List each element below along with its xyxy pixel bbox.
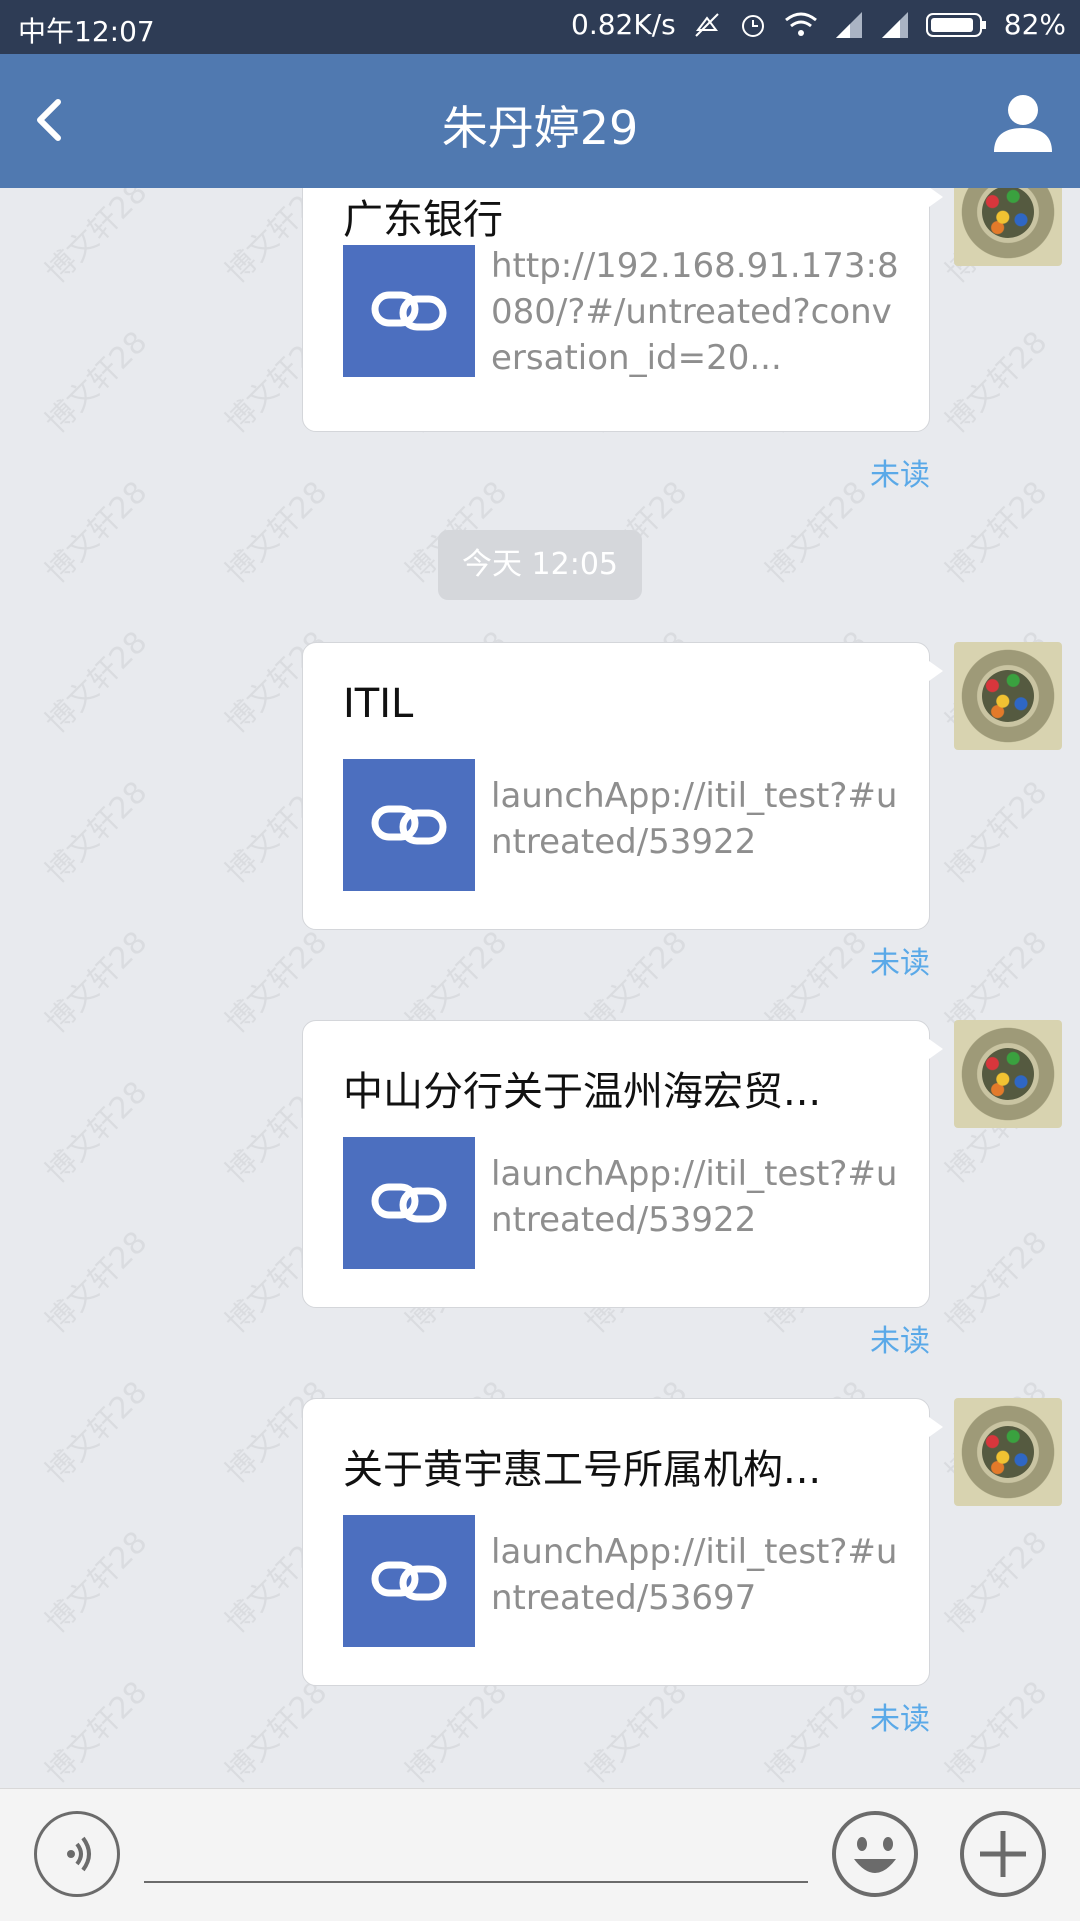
link-thumbnail <box>343 1137 475 1269</box>
mute-icon <box>695 12 719 37</box>
watermark-text: 博文轩28 <box>38 188 155 291</box>
watermark-text: 博文轩28 <box>38 324 155 441</box>
status-icons: 0.82K/s 82% <box>571 8 1066 41</box>
avatar[interactable] <box>954 188 1062 266</box>
unread-status: 未读 <box>870 1324 930 1359</box>
message-title: 关于黄宇惠工号所属机构... <box>343 1447 822 1493</box>
link-thumbnail <box>343 759 475 891</box>
unread-status: 未读 <box>870 1702 930 1737</box>
avatar[interactable] <box>954 1020 1062 1128</box>
message-card[interactable]: 中山分行关于温州海宏贸... launchApp://itil_test?#un… <box>302 1020 943 1308</box>
message-card[interactable]: 关于黄宇惠工号所属机构... launchApp://itil_test?#un… <box>302 1398 943 1686</box>
watermark-text: 博文轩28 <box>218 474 335 591</box>
voice-button[interactable] <box>34 1811 120 1897</box>
chat-title: 朱丹婷29 <box>441 101 639 155</box>
link-icon <box>371 1183 447 1223</box>
message-card[interactable]: ITIL launchApp://itil_test?#untreated/53… <box>302 642 943 930</box>
message-input[interactable] <box>144 1819 808 1883</box>
message-url: launchApp://itil_test?#untreated/53922 <box>491 1154 898 1240</box>
net-speed: 0.82K/s <box>571 8 676 41</box>
watermark-text: 博文轩28 <box>938 474 1055 591</box>
watermark-text: 博文轩28 <box>38 774 155 891</box>
unread-status: 未读 <box>870 946 930 981</box>
link-thumbnail <box>343 245 475 377</box>
voice-icon <box>67 1836 91 1872</box>
battery-level: 82% <box>1003 8 1066 41</box>
signal-icon <box>881 11 908 38</box>
message-title: ITIL <box>343 681 414 727</box>
watermark-text: 博文轩28 <box>758 474 875 591</box>
emoji-button[interactable] <box>830 1809 920 1899</box>
link-thumbnail <box>343 1515 475 1647</box>
link-icon <box>371 1561 447 1601</box>
watermark-text: 博文轩28 <box>218 1674 335 1788</box>
chat-area[interactable]: 博文轩28 博文轩28 博文轩28 博文轩28 博文轩28 博文轩28 博文轩28 博文轩28… <box>0 188 1080 1788</box>
watermark-text: 博文轩28 <box>578 1674 695 1788</box>
link-icon <box>371 805 447 845</box>
message-title: 广东银行 <box>343 197 503 243</box>
plus-icon <box>960 1811 1046 1897</box>
watermark-text: 博文轩28 <box>938 774 1055 891</box>
battery-icon <box>925 12 986 37</box>
watermark-text: 博文轩28 <box>938 1524 1055 1641</box>
emoji-icon <box>832 1811 918 1897</box>
message-url: launchApp://itil_test?#untreated/53697 <box>491 1532 898 1618</box>
watermark-text: 博文轩28 <box>38 1374 155 1491</box>
unread-status: 未读 <box>870 458 930 493</box>
watermark-text: 博文轩28 <box>38 1074 155 1191</box>
watermark-text: 博文轩28 <box>758 1674 875 1788</box>
person-icon <box>994 95 1052 152</box>
watermark-text: 博文轩28 <box>938 1224 1055 1341</box>
watermark-text: 博文轩28 <box>938 1674 1055 1788</box>
input-bar <box>0 1788 1080 1921</box>
message-title: 中山分行关于温州海宏贸... <box>343 1069 822 1115</box>
avatar[interactable] <box>954 1398 1062 1506</box>
status-time: 中午12:07 <box>18 15 155 48</box>
watermark-text: 博文轩28 <box>38 1224 155 1341</box>
avatar[interactable] <box>954 642 1062 750</box>
watermark-text: 博文轩28 <box>398 1674 515 1788</box>
message-url: http://192.168.91.173:8080/?#/untreated?… <box>491 246 899 378</box>
watermark-text: 博文轩28 <box>38 924 155 1041</box>
alarm-icon <box>741 14 764 37</box>
watermark-text: 博文轩28 <box>38 1524 155 1641</box>
watermark-text: 博文轩28 <box>938 324 1055 441</box>
message-url: launchApp://itil_test?#untreated/53922 <box>491 776 898 862</box>
wifi-icon <box>784 12 817 36</box>
app-bar: 朱丹婷29 <box>0 54 1080 188</box>
watermark-text: 博文轩28 <box>38 1674 155 1788</box>
link-icon <box>371 291 447 331</box>
message-card[interactable]: 广东银行 http://192.168.91.173:8080/?#/untre… <box>302 188 943 432</box>
more-button[interactable] <box>958 1809 1048 1899</box>
watermark-text: 博文轩28 <box>38 474 155 591</box>
signal-icon <box>835 11 862 38</box>
timestamp-badge: 今天 12:05 <box>438 530 642 600</box>
status-bar: 中午12:07 0.82K/s 82% <box>0 0 1080 54</box>
watermark-text: 博文轩28 <box>38 624 155 741</box>
contact-info-button[interactable] <box>990 90 1056 156</box>
